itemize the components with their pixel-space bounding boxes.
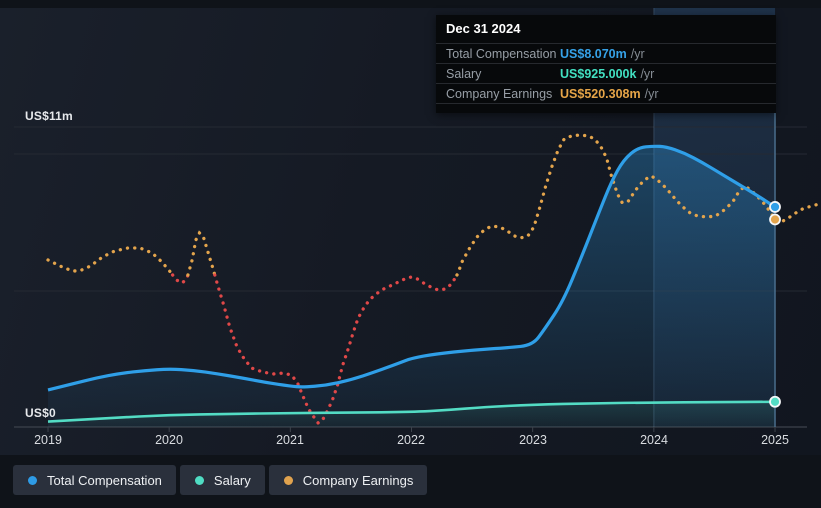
y-axis-zero-label: US$0 xyxy=(25,406,56,420)
tooltip-date: Dec 31 2024 xyxy=(446,21,521,36)
tooltip-row-salary: Salary US$925.000k /yr xyxy=(436,63,776,83)
legend-label: Total Compensation xyxy=(47,472,162,488)
x-tick-2024: 2024 xyxy=(640,433,668,447)
y-axis-max-label: US$11m xyxy=(25,109,73,123)
compensation-chart-card: US$11m US$0 2019 2020 2021 2022 2023 202… xyxy=(0,0,821,508)
legend: Total Compensation Salary Company Earnin… xyxy=(13,465,428,495)
x-tick-2021: 2021 xyxy=(276,433,304,447)
total-compensation-area xyxy=(48,146,776,427)
tooltip-footer-spacer xyxy=(436,103,776,113)
legend-item-total-compensation[interactable]: Total Compensation xyxy=(13,465,176,495)
tooltip-row-company-earnings: Company Earnings US$520.308m /yr xyxy=(436,83,776,103)
legend-item-salary[interactable]: Salary xyxy=(179,465,265,495)
legend-item-company-earnings[interactable]: Company Earnings xyxy=(268,465,428,495)
legend-label: Salary xyxy=(213,472,251,488)
company-earnings-dot-icon xyxy=(283,475,293,485)
total-compensation-dot-icon xyxy=(28,475,37,485)
legend-label: Company Earnings xyxy=(302,472,414,488)
x-tick-2023: 2023 xyxy=(519,433,547,447)
x-tick-2022: 2022 xyxy=(397,433,425,447)
x-tick-2020: 2020 xyxy=(155,433,183,447)
tooltip-row-total-compensation: Total Compensation US$8.070m /yr xyxy=(436,43,776,63)
salary-dot-icon xyxy=(194,475,204,485)
x-tick-2019: 2019 xyxy=(34,433,62,447)
hover-tooltip: Dec 31 2024 Total Compensation US$8.070m… xyxy=(436,15,776,113)
x-tick-2025: 2025 xyxy=(761,433,789,447)
salary-marker[interactable] xyxy=(769,395,781,408)
company-earnings-marker[interactable] xyxy=(769,213,781,226)
total-compensation-marker[interactable] xyxy=(769,201,781,213)
